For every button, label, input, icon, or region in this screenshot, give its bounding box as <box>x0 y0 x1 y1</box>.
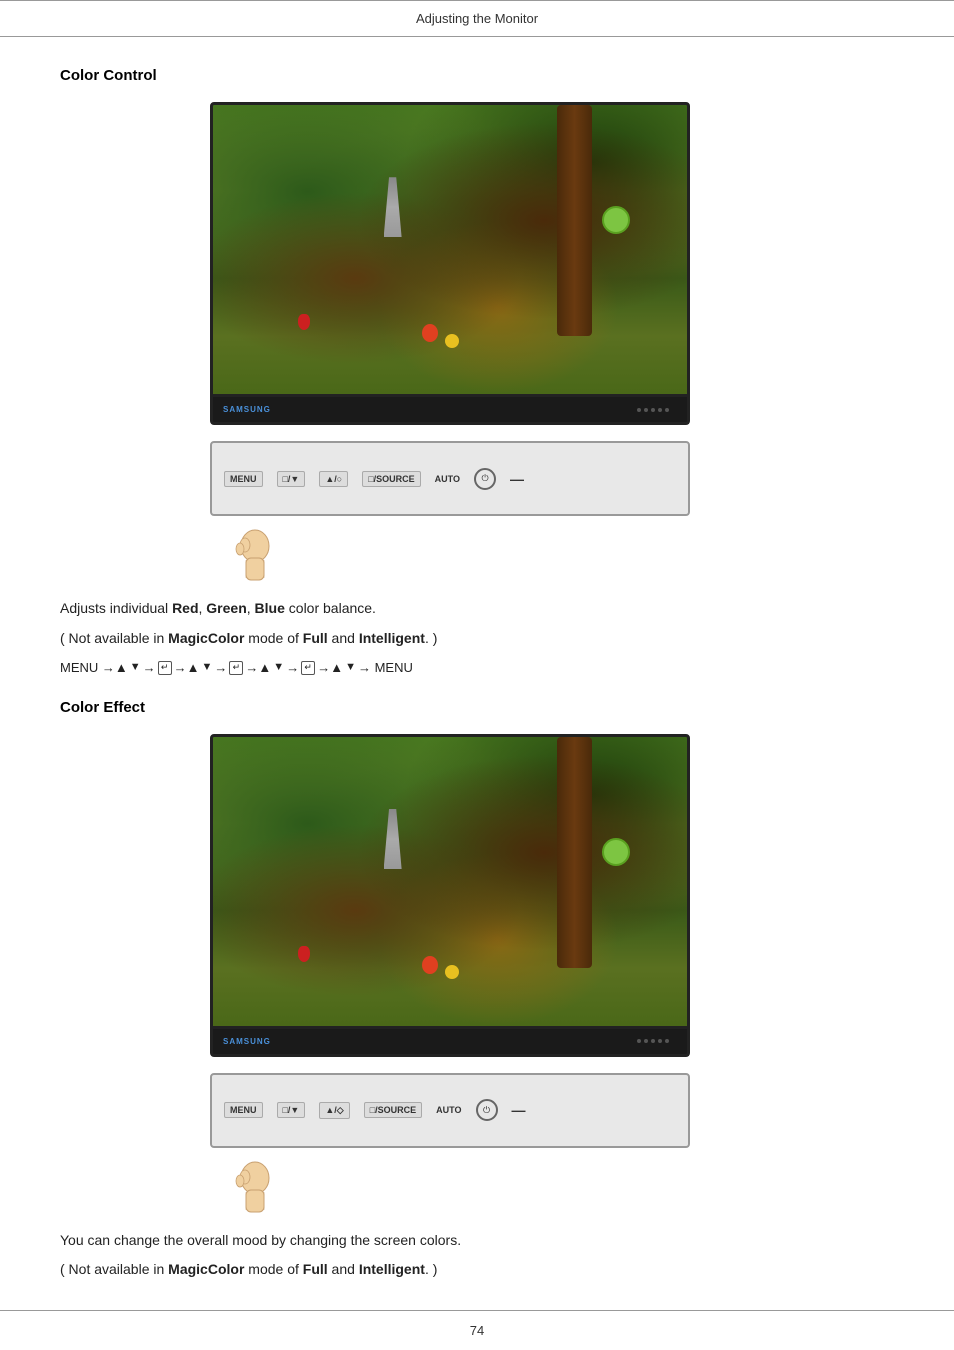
page-footer: 74 <box>0 1310 954 1350</box>
monitor-bottom-bar-2: SAMSUNG <box>210 1029 690 1057</box>
color-effect-section: Color Effect SAMSUNG <box>60 699 894 1283</box>
samsung-logo-2: SAMSUNG <box>223 1037 271 1046</box>
yellow-obj-2 <box>445 965 459 979</box>
hand-gesture-2 <box>210 1158 690 1213</box>
color-effect-description: You can change the overall mood by chang… <box>60 1229 894 1283</box>
ce-desc-line-1: You can change the overall mood by chang… <box>60 1229 894 1253</box>
hand-gesture-1 <box>210 526 690 581</box>
monitor-bottom-bar-1: SAMSUNG <box>210 397 690 425</box>
color-control-description: Adjusts individual Red, Green, Blue colo… <box>60 597 894 679</box>
page-header: Adjusting the Monitor <box>0 0 954 37</box>
monitor-image-1: SAMSUNG <box>210 102 690 425</box>
power-btn-2: ⏻ <box>476 1099 498 1121</box>
btn3-2: □/SOURCE <box>364 1102 422 1118</box>
auto-label-2: AUTO <box>436 1105 461 1115</box>
ce-desc-line-2: ( Not available in MagicColor mode of Fu… <box>60 1258 894 1282</box>
auto-label-1: AUTO <box>435 474 460 484</box>
monitor-image-2: SAMSUNG <box>210 734 690 1057</box>
hand-svg-1 <box>230 526 280 581</box>
control-panel-container-2: MENU □/▼ ▲/◇ □/SOURCE AUTO ⏻ — <box>210 1073 690 1213</box>
green-circle-2 <box>602 838 630 866</box>
yellow-obj-1 <box>445 334 459 348</box>
btn2-2: ▲/◇ <box>319 1102 349 1119</box>
samsung-logo-1: SAMSUNG <box>223 405 271 414</box>
menu-btn-1: MENU <box>224 471 263 487</box>
dash-2: — <box>512 1102 526 1118</box>
monitor-dots-1 <box>637 408 677 412</box>
menu-btn-2: MENU <box>224 1102 263 1118</box>
color-control-title: Color Control <box>60 67 894 84</box>
red-lantern-1 <box>298 314 310 330</box>
page-number: 74 <box>470 1323 484 1338</box>
menu-sequence-1: MENU →▲ ▼ → ↵ →▲ ▼ → ↵ →▲ ▼ → ↵ →▲ ▼ → M… <box>60 657 894 679</box>
btn2-1: ▲/○ <box>319 471 348 487</box>
btn1-1: □/▼ <box>277 471 306 487</box>
control-panel-2: MENU □/▼ ▲/◇ □/SOURCE AUTO ⏻ — <box>210 1073 690 1148</box>
hand-svg-2 <box>230 1158 280 1213</box>
btn1-2: □/▼ <box>277 1102 306 1118</box>
control-panel-1: MENU □/▼ ▲/○ □/SOURCE AUTO ⏻ — <box>210 441 690 516</box>
control-panel-container-1: MENU □/▼ ▲/○ □/SOURCE AUTO ⏻ — <box>210 441 690 581</box>
red-balloon-2 <box>422 956 438 974</box>
monitor-screen-1 <box>210 102 690 397</box>
green-circle-1 <box>602 206 630 234</box>
desc-line-2: ( Not available in MagicColor mode of Fu… <box>60 627 894 651</box>
monitor-dots-2 <box>637 1039 677 1043</box>
dash-1: — <box>510 471 524 487</box>
color-control-section: Color Control SAMSUNG <box>60 67 894 679</box>
monitor-screen-2 <box>210 734 690 1029</box>
power-btn-1: ⏻ <box>474 468 496 490</box>
desc-line-1: Adjusts individual Red, Green, Blue colo… <box>60 597 894 621</box>
header-title: Adjusting the Monitor <box>416 11 538 26</box>
red-balloon-1 <box>422 324 438 342</box>
btn3-1: □/SOURCE <box>362 471 420 487</box>
color-effect-title: Color Effect <box>60 699 894 716</box>
red-lantern-2 <box>298 946 310 962</box>
